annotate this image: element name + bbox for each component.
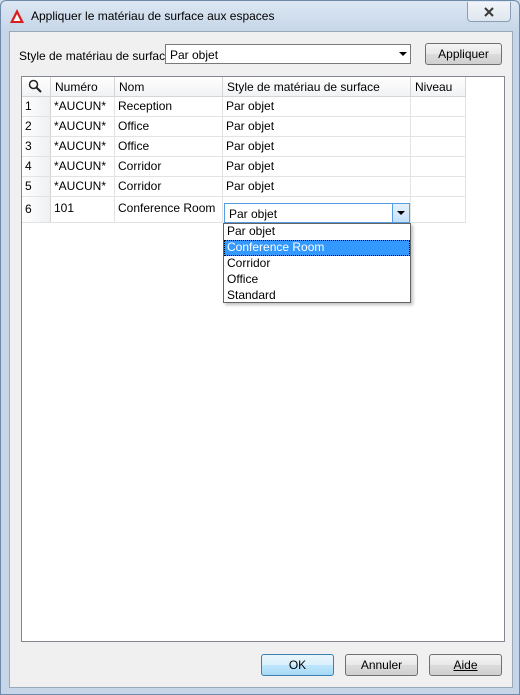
dialog-body: Style de matériau de surface: Par objet … (9, 31, 513, 688)
style-dropdown-list: Par objet Conference Room Corridor Offic… (223, 223, 411, 303)
spaces-grid[interactable]: Numéro Nom Style de matériau de surface … (21, 76, 505, 642)
cell-number[interactable]: *AUCUN* (51, 137, 115, 157)
ok-button[interactable]: OK (261, 654, 334, 676)
cell-name[interactable]: Corridor (115, 157, 223, 177)
close-button[interactable] (467, 2, 511, 22)
window-title: Appliquer le matériau de surface aux esp… (31, 9, 275, 23)
cell-name[interactable]: Office (115, 117, 223, 137)
dropdown-option[interactable]: Par objet (224, 224, 410, 240)
cell-number[interactable]: *AUCUN* (51, 177, 115, 197)
cell-level[interactable] (411, 137, 466, 157)
row-header[interactable]: 6 (22, 197, 51, 223)
dropdown-option-selected[interactable]: Conference Room (224, 240, 410, 256)
row-header[interactable]: 1 (22, 97, 51, 117)
cancel-button[interactable]: Annuler (345, 654, 418, 676)
column-header-level[interactable]: Niveau (411, 77, 466, 97)
cell-level[interactable] (411, 177, 466, 197)
row-header[interactable]: 2 (22, 117, 51, 137)
chevron-down-icon (399, 52, 407, 56)
cell-number[interactable]: *AUCUN* (51, 117, 115, 137)
chevron-down-icon (397, 211, 405, 215)
dialog-window: Appliquer le matériau de surface aux esp… (0, 0, 520, 695)
cell-number[interactable]: *AUCUN* (51, 97, 115, 117)
search-icon (28, 79, 42, 93)
dropdown-option[interactable]: Office (224, 272, 410, 288)
row-header[interactable]: 5 (22, 177, 51, 197)
dropdown-button[interactable] (392, 204, 409, 222)
close-icon (484, 6, 494, 17)
cell-number[interactable]: *AUCUN* (51, 157, 115, 177)
help-button-label: Aide (453, 658, 478, 672)
dropdown-option[interactable]: Corridor (224, 256, 410, 272)
column-header-style[interactable]: Style de matériau de surface (223, 77, 411, 97)
autocad-app-icon (10, 9, 24, 23)
cell-name[interactable]: Conference Room (115, 197, 223, 223)
row-header[interactable]: 3 (22, 137, 51, 157)
column-header-number[interactable]: Numéro (51, 77, 115, 97)
column-header-name[interactable]: Nom (115, 77, 223, 97)
cell-style[interactable]: Par objet (223, 97, 411, 117)
dropdown-option[interactable]: Standard (224, 288, 410, 304)
cell-style[interactable]: Par objet (223, 177, 411, 197)
style-select-value: Par objet (170, 48, 219, 62)
style-select[interactable]: Par objet (165, 44, 411, 64)
style-cell-select[interactable]: Par objet (224, 203, 410, 223)
style-cell-select-value: Par objet (229, 207, 278, 221)
style-label: Style de matériau de surface: (19, 49, 176, 63)
cell-style[interactable]: Par objet (223, 117, 411, 137)
cell-level[interactable] (411, 197, 466, 223)
cell-level[interactable] (411, 157, 466, 177)
cell-name[interactable]: Office (115, 137, 223, 157)
grid-corner[interactable] (22, 77, 51, 97)
title-bar[interactable]: Appliquer le matériau de surface aux esp… (1, 1, 519, 31)
apply-button[interactable]: Appliquer (425, 43, 502, 65)
cell-style[interactable]: Par objet (223, 137, 411, 157)
cell-name[interactable]: Corridor (115, 177, 223, 197)
cell-style[interactable]: Par objet (223, 157, 411, 177)
cell-level[interactable] (411, 97, 466, 117)
cell-level[interactable] (411, 117, 466, 137)
help-button[interactable]: Aide (429, 654, 502, 676)
cell-number[interactable]: 101 (51, 197, 115, 223)
cell-name[interactable]: Reception (115, 97, 223, 117)
row-header[interactable]: 4 (22, 157, 51, 177)
